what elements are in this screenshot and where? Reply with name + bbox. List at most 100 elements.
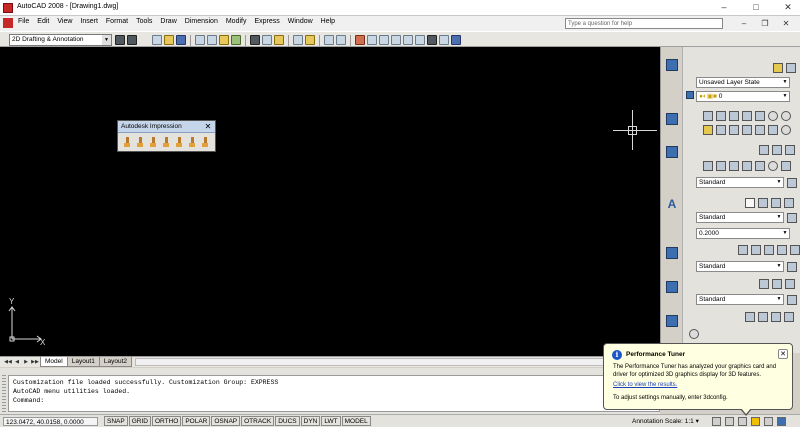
table-export-icon[interactable]: [785, 279, 795, 289]
block-editor-icon[interactable]: [305, 35, 315, 45]
spell-check-icon[interactable]: [784, 198, 794, 208]
dim-style-manager-icon[interactable]: [787, 178, 797, 188]
minimize-button[interactable]: –: [716, 1, 732, 14]
dyn-toggle[interactable]: DYN: [300, 416, 321, 426]
multiline-text-icon[interactable]: [745, 198, 755, 208]
multileader-panel-icon[interactable]: [666, 247, 678, 259]
3d-dwf-icon[interactable]: [231, 35, 241, 45]
impression-paintbrush-icon[interactable]: [135, 137, 145, 148]
tab-nav-next-icon[interactable]: ▶: [22, 358, 30, 366]
table-style-manager-icon[interactable]: [787, 295, 797, 305]
osnap-toggle[interactable]: OSNAP: [211, 416, 241, 426]
menu-file[interactable]: File: [18, 18, 29, 25]
communication-center-icon[interactable]: [738, 417, 747, 426]
arc-icon[interactable]: [768, 111, 778, 121]
tab-nav-last-icon[interactable]: ▶▶: [31, 358, 39, 366]
dimensions-panel-icon[interactable]: [666, 146, 678, 158]
sheet-set-icon[interactable]: [439, 35, 449, 45]
layer-tools-icon[interactable]: [686, 91, 694, 99]
hatch-icon[interactable]: [742, 125, 752, 135]
collect-leaders-icon[interactable]: [790, 245, 800, 255]
status-menu-icon[interactable]: [764, 417, 773, 426]
text-panel-icon[interactable]: A: [666, 197, 678, 211]
help-search-input[interactable]: Type a question for help: [565, 18, 723, 29]
impression-close-button[interactable]: ✕: [203, 122, 213, 131]
menu-tools[interactable]: Tools: [136, 18, 152, 25]
ducs-toggle[interactable]: DUCS: [275, 416, 300, 426]
layer-properties-icon[interactable]: [786, 63, 796, 73]
menu-edit[interactable]: Edit: [37, 18, 49, 25]
line-icon[interactable]: [703, 111, 713, 121]
zoom-previous-icon[interactable]: [784, 312, 794, 322]
impression-paintbrush-icon[interactable]: [174, 137, 184, 148]
chevron-down-icon[interactable]: ▼: [102, 35, 111, 45]
redo-icon[interactable]: [336, 35, 346, 45]
find-replace-icon[interactable]: [771, 198, 781, 208]
ellipse-icon[interactable]: [729, 125, 739, 135]
menu-express[interactable]: Express: [254, 18, 279, 25]
menu-insert[interactable]: Insert: [80, 18, 98, 25]
zoom-window-icon[interactable]: [379, 35, 389, 45]
tab-layout1[interactable]: Layout1: [66, 357, 100, 367]
table-icon[interactable]: [759, 279, 769, 289]
linear-dimension-icon[interactable]: [703, 161, 713, 171]
rotate-icon[interactable]: [781, 125, 791, 135]
lwt-toggle[interactable]: LWT: [321, 416, 341, 426]
rectangle-icon[interactable]: [755, 111, 765, 121]
impression-paintbrush-icon[interactable]: [161, 137, 171, 148]
help-icon[interactable]: [451, 35, 461, 45]
mleader-style-select[interactable]: Standard ▼: [696, 261, 784, 272]
spline-icon[interactable]: [716, 125, 726, 135]
doc-restore-button[interactable]: ❐: [759, 18, 771, 29]
multileader-icon[interactable]: [738, 245, 748, 255]
undo-icon[interactable]: [324, 35, 334, 45]
impression-toolbar-header[interactable]: Autodesk Impression ✕: [118, 121, 215, 133]
zoom-realtime-icon[interactable]: [367, 35, 377, 45]
navigate-options-icon[interactable]: [689, 329, 699, 339]
autocad-app-icon[interactable]: [3, 3, 13, 13]
doc-close-button[interactable]: ✕: [780, 18, 792, 29]
grid-toggle[interactable]: GRID: [128, 416, 151, 426]
zoom-previous-icon[interactable]: [391, 35, 401, 45]
auto-scale-icon[interactable]: [725, 417, 734, 426]
impression-paintbrush-icon[interactable]: [200, 137, 210, 148]
tables-panel-icon[interactable]: [666, 281, 678, 293]
text-height-select[interactable]: 0.2000 ▼: [696, 228, 790, 239]
open-folder-icon[interactable]: [164, 35, 174, 45]
dimension-edit-icon[interactable]: [781, 161, 791, 171]
polar-toggle[interactable]: POLAR: [182, 416, 211, 426]
workspace-lock-icon[interactable]: [127, 35, 137, 45]
text-style-manager-icon[interactable]: [787, 213, 797, 223]
chevron-down-icon[interactable]: ▼: [775, 178, 783, 187]
layer-state-icon[interactable]: [773, 63, 783, 73]
plot-icon[interactable]: [195, 35, 205, 45]
add-leader-icon[interactable]: [751, 245, 761, 255]
quick-dimension-icon[interactable]: [742, 161, 752, 171]
horizontal-scrollbar[interactable]: [135, 358, 655, 366]
zoom-window-icon[interactable]: [771, 312, 781, 322]
navigate-panel-icon[interactable]: [666, 315, 678, 327]
region-icon[interactable]: [755, 125, 765, 135]
paste-icon[interactable]: [274, 35, 284, 45]
workspace-settings-icon[interactable]: [115, 35, 125, 45]
close-button[interactable]: ✕: [780, 1, 796, 14]
text-edit-icon[interactable]: [758, 198, 768, 208]
copy-icon[interactable]: [262, 35, 272, 45]
snap-toggle[interactable]: SNAP: [104, 416, 128, 426]
menu-draw[interactable]: Draw: [160, 18, 176, 25]
zoom-realtime-icon[interactable]: [758, 312, 768, 322]
menu-format[interactable]: Format: [106, 18, 128, 25]
notification-close-button[interactable]: ✕: [778, 349, 788, 359]
new-file-icon[interactable]: [152, 35, 162, 45]
tab-nav-prev-icon[interactable]: ◀: [13, 358, 21, 366]
chevron-down-icon[interactable]: ▼: [781, 229, 789, 238]
command-prompt[interactable]: Command:: [13, 396, 655, 405]
menu-window[interactable]: Window: [288, 18, 313, 25]
pan-icon[interactable]: [355, 35, 365, 45]
remove-leader-icon[interactable]: [764, 245, 774, 255]
clean-screen-icon[interactable]: [777, 417, 786, 426]
align-leaders-icon[interactable]: [777, 245, 787, 255]
continue-dimension-icon[interactable]: [729, 161, 739, 171]
autodesk-impression-toolbar[interactable]: Autodesk Impression ✕: [117, 120, 216, 152]
coordinate-display[interactable]: 123.0472, 40.0158, 0.0000: [3, 417, 98, 426]
